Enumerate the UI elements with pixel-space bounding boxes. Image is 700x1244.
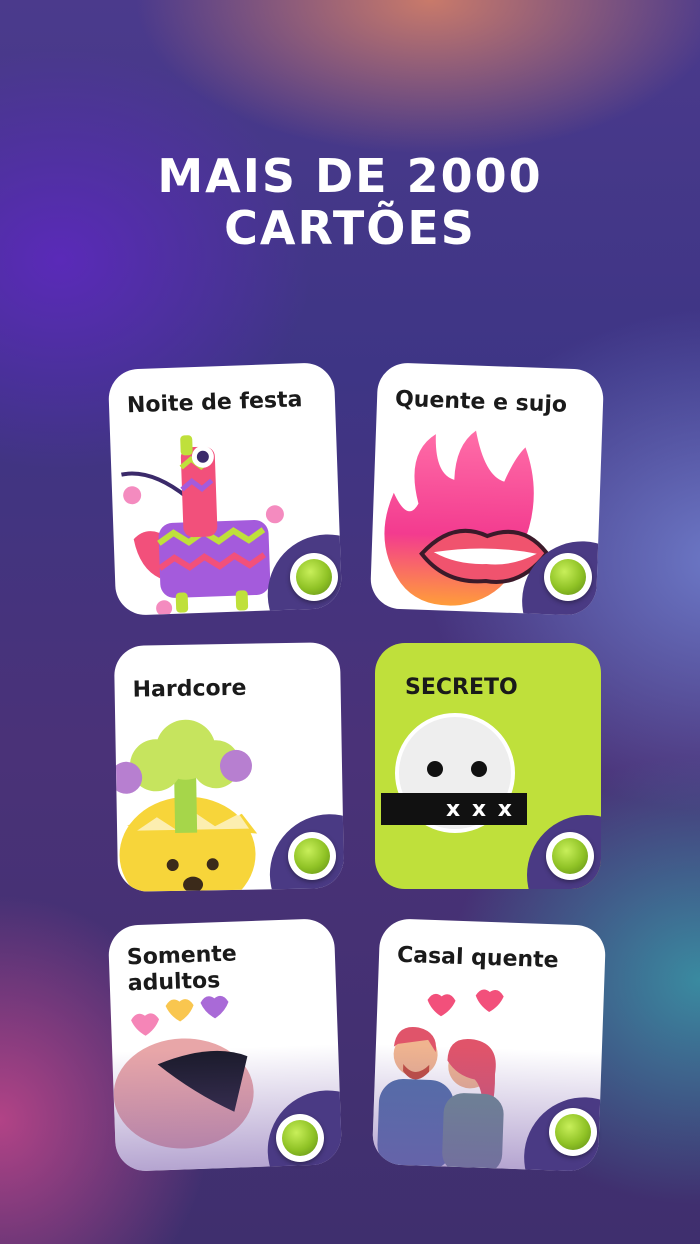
card-label: Casal quente: [396, 942, 559, 974]
card-label: SECRETO: [405, 675, 518, 700]
toggle-hardcore[interactable]: [288, 832, 336, 880]
censor-text: x x x: [446, 797, 514, 822]
title-line-2: CARTÕES: [224, 201, 476, 255]
card-label: Noite de festa: [126, 387, 303, 419]
title-line-1: MAIS DE 2000: [157, 149, 543, 203]
card-label: Hardcore: [132, 675, 247, 703]
toggle-hot-dirty[interactable]: [544, 553, 592, 601]
toggle-secret[interactable]: [546, 832, 594, 880]
toggle-party-night[interactable]: [290, 553, 338, 601]
toggle-adults-only[interactable]: [276, 1114, 324, 1162]
toggle-hot-couple[interactable]: [549, 1108, 597, 1156]
page-title: MAIS DE 2000 CARTÕES: [0, 150, 700, 254]
card-label: Quente e sujo: [394, 386, 568, 418]
